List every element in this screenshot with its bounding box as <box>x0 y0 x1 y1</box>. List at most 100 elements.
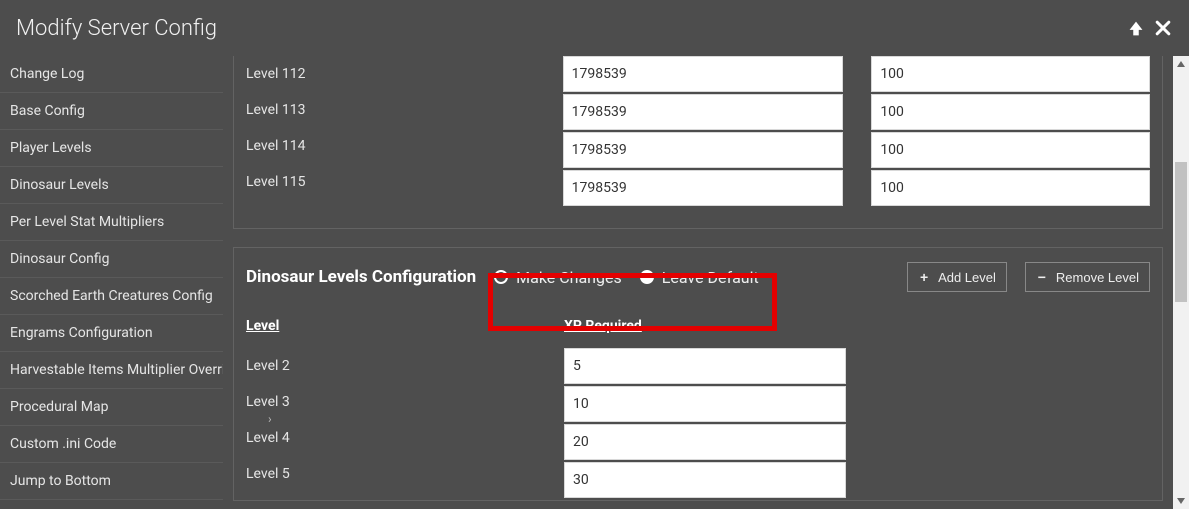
button-label: Add Level <box>938 270 996 285</box>
xp-input[interactable]: 10 <box>564 386 846 422</box>
jump-to-bottom[interactable]: Jump to Bottom <box>0 463 223 500</box>
points-column: 100 100 100 100 <box>871 56 1150 208</box>
remove-level-button[interactable]: − Remove Level <box>1025 262 1150 292</box>
xp-input[interactable]: 1798539 <box>563 170 844 206</box>
xp-column: 1798539 1798539 1798539 1798539 <box>563 56 844 208</box>
level-label: Level 112 <box>246 66 305 82</box>
sidebar-item-custom-ini[interactable]: Custom .ini Code <box>0 426 223 463</box>
button-label: Remove Level <box>1056 270 1139 285</box>
sidebar-item-scorched-earth[interactable]: Scorched Earth Creatures Config <box>0 278 223 315</box>
close-icon[interactable] <box>1153 18 1173 38</box>
sidebar-item-label: Per Level Stat Multipliers <box>10 214 164 230</box>
sidebar-item-procedural-map[interactable]: Procedural Map <box>0 389 223 426</box>
collapse-up-icon[interactable] <box>1125 17 1147 39</box>
level-label: Level 3 <box>246 394 290 410</box>
level-label: Level 4 <box>246 430 290 446</box>
scrollbar-thumb[interactable] <box>1175 162 1187 302</box>
config-mode-radio-group: Make Changes Leave Default <box>494 268 759 287</box>
dino-level-column: Level Level 2 Level 3› Level 4 Level 5 <box>246 318 536 500</box>
xp-input[interactable]: 5 <box>564 348 846 384</box>
radio-dot-icon <box>494 270 508 284</box>
add-level-button[interactable]: + Add Level <box>907 262 1007 292</box>
scroll-down-button[interactable] <box>1173 493 1189 509</box>
make-changes-radio[interactable]: Make Changes <box>494 268 622 287</box>
level-label: Level 5 <box>246 466 290 482</box>
points-input[interactable]: 100 <box>871 94 1150 130</box>
titlebar: Modify Server Config <box>0 0 1189 56</box>
radio-dot-icon <box>640 270 654 284</box>
xp-value: 1798539 <box>572 66 627 82</box>
level-header: Level <box>246 318 536 334</box>
level-row: Level 113 <box>246 92 535 128</box>
scrollbar-track[interactable] <box>1173 72 1189 493</box>
xp-value: 1798539 <box>572 180 627 196</box>
sidebar-item-label: Base Config <box>10 103 85 119</box>
sidebar-item-base-config[interactable]: Base Config <box>0 93 223 130</box>
radio-label: Make Changes <box>516 268 622 287</box>
sidebar-item-label: Change Log <box>10 66 84 82</box>
level-row: Level 2 <box>246 348 536 384</box>
xp-value: 10 <box>573 396 589 412</box>
scroll-area: Level 112 Level 113 Level 114 Level 115 … <box>223 56 1173 509</box>
level-row: Level 115 <box>246 164 535 200</box>
xp-input[interactable]: 1798539 <box>563 94 844 130</box>
sidebar-item-engrams[interactable]: Engrams Configuration <box>0 315 223 352</box>
level-column: Level 112 Level 113 Level 114 Level 115 <box>246 56 535 208</box>
xp-input[interactable]: 20 <box>564 424 846 460</box>
level-label: Level 115 <box>246 174 305 190</box>
dino-section-title: Dinosaur Levels Configuration <box>246 267 476 287</box>
main: Level 112 Level 113 Level 114 Level 115 … <box>223 56 1189 509</box>
sidebar-item-dinosaur-levels[interactable]: Dinosaur Levels <box>0 167 223 204</box>
sidebar-item-label: Dinosaur Levels <box>10 177 109 193</box>
points-value: 100 <box>880 66 904 82</box>
level-label: Level 114 <box>246 138 305 154</box>
xp-header: XP Required <box>564 318 846 334</box>
level-label: Level 2 <box>246 358 290 374</box>
points-input[interactable]: 100 <box>871 56 1150 92</box>
xp-input[interactable]: 1798539 <box>563 132 844 168</box>
level-row: Level 112 <box>246 56 535 92</box>
scroll-up-button[interactable] <box>1173 56 1189 72</box>
window-title: Modify Server Config <box>16 16 217 41</box>
radio-label: Leave Default <box>662 268 759 287</box>
sidebar-item-player-levels[interactable]: Player Levels <box>0 130 223 167</box>
sidebar-item-per-level-stat[interactable]: Per Level Stat Multipliers <box>0 204 223 241</box>
window: Modify Server Config Change Log Base Con… <box>0 0 1189 509</box>
dino-xp-column: XP Required 5 10 20 30 <box>564 318 846 500</box>
sidebar-item-change-log[interactable]: Change Log <box>0 56 223 93</box>
xp-value: 30 <box>573 472 589 488</box>
sidebar-item-label: Harvestable Items Multiplier Overrides <box>10 362 248 378</box>
points-input[interactable]: 100 <box>871 132 1150 168</box>
xp-value: 1798539 <box>572 104 627 120</box>
sidebar-item-harvestable[interactable]: Harvestable Items Multiplier Overrides <box>0 352 223 389</box>
points-value: 100 <box>880 142 904 158</box>
points-value: 100 <box>880 180 904 196</box>
sidebar: Change Log Base Config Player Levels Din… <box>0 56 223 509</box>
xp-input[interactable]: 30 <box>564 462 846 498</box>
sidebar-item-label: Custom .ini Code <box>10 436 116 452</box>
level-label: Level 113 <box>246 102 305 118</box>
xp-value: 1798539 <box>572 142 627 158</box>
sidebar-item-label: Engrams Configuration <box>10 325 153 341</box>
xp-value: 5 <box>573 358 581 374</box>
sidebar-item-dinosaur-config[interactable]: Dinosaur Config <box>0 241 223 278</box>
body: Change Log Base Config Player Levels Din… <box>0 56 1189 509</box>
dino-panel-body: Level Level 2 Level 3› Level 4 Level 5 X… <box>233 306 1163 501</box>
xp-input[interactable]: 1798539 <box>563 56 844 92</box>
sidebar-item-label: Procedural Map <box>10 399 108 415</box>
vertical-scrollbar[interactable] <box>1173 56 1189 509</box>
plus-icon: + <box>918 269 930 285</box>
leave-default-radio[interactable]: Leave Default <box>640 268 759 287</box>
xp-value: 20 <box>573 434 589 450</box>
minus-icon: − <box>1036 269 1048 285</box>
points-value: 100 <box>880 104 904 120</box>
player-levels-panel: Level 112 Level 113 Level 114 Level 115 … <box>233 56 1163 229</box>
sidebar-item-label: Jump to Bottom <box>10 473 111 489</box>
level-row: Level 3› <box>246 384 536 420</box>
points-input[interactable]: 100 <box>871 170 1150 206</box>
sidebar-item-label: Dinosaur Config <box>10 251 110 267</box>
level-row: Level 5 <box>246 456 536 492</box>
sidebar-item-label: Player Levels <box>10 140 92 156</box>
sidebar-item-label: Scorched Earth Creatures Config <box>10 288 213 304</box>
dino-section-header: Dinosaur Levels Configuration Make Chang… <box>233 247 1163 306</box>
